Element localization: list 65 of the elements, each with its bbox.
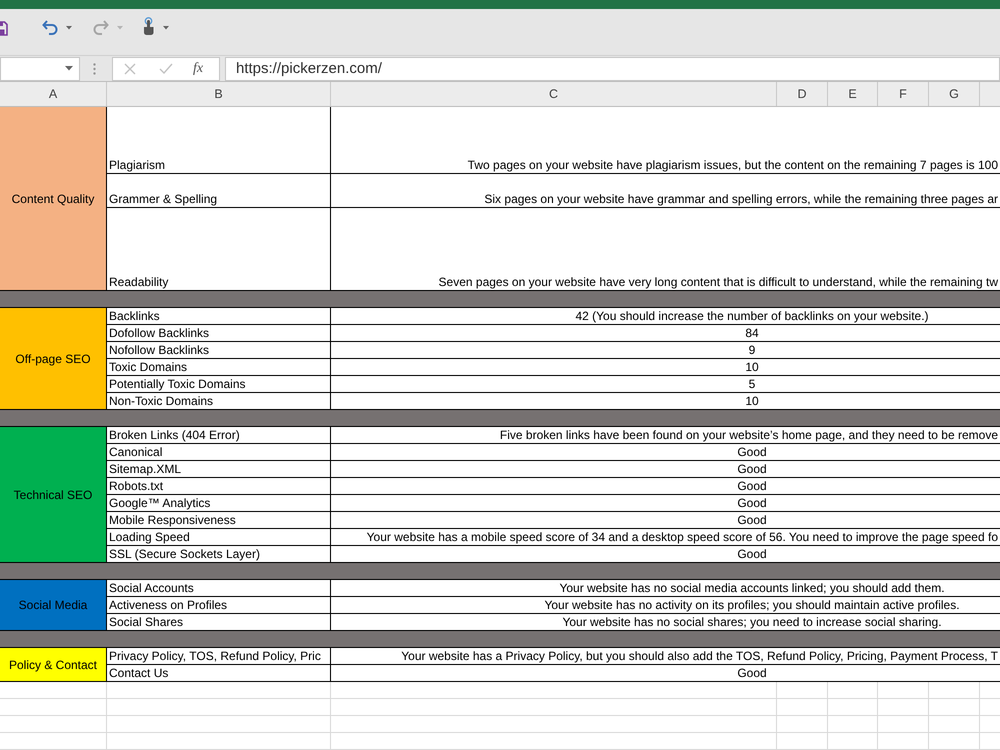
hand-pointer-icon[interactable] — [142, 17, 155, 35]
result-text: 10 — [745, 394, 759, 409]
grip-dots-icon[interactable] — [93, 62, 96, 74]
metric-name: Plagiarism — [109, 158, 166, 173]
metric-name: Activeness on Profiles — [109, 598, 228, 613]
result-text: 42 (You should increase the number of backlinks on your website.) — [575, 309, 929, 324]
result-text: Five broken links have been found on your website’s home page, and they need to be remove — [500, 428, 998, 443]
formula-input[interactable]: https://pickerzen.com/ — [225, 56, 1000, 80]
result-text: Good — [737, 445, 767, 460]
insert-function-button[interactable]: fx — [193, 60, 204, 76]
result-text: Your website has no social shares; you need to increase social sharing. — [562, 615, 942, 630]
metric-name: Social Shares — [109, 615, 184, 630]
metric-name: Loading Speed — [109, 530, 190, 545]
result-text: 84 — [745, 326, 759, 341]
category-cell: Content Quality — [0, 107, 107, 291]
result-text: Good — [737, 496, 767, 511]
result-text: Seven pages on your website have very long content that is difficult to understand, while the remaining tw — [438, 275, 998, 290]
metric-name: Social Accounts — [109, 581, 194, 596]
result-text: Good — [737, 479, 767, 494]
metric-name: SSL (Secure Sockets Layer) — [109, 547, 260, 562]
metric-name: Non-Toxic Domains — [109, 394, 214, 409]
dropdown-caret-icon[interactable] — [163, 26, 169, 30]
metric-name: Nofollow Backlinks — [109, 343, 210, 358]
metric-name: Sitemap.XML — [109, 462, 182, 477]
metric-name: Contact Us — [109, 666, 168, 681]
metric-name: Potentially Toxic Domains — [109, 377, 246, 392]
category-cell: Policy & Contact — [0, 648, 107, 682]
column-header[interactable]: C — [331, 82, 777, 106]
category-cell: Technical SEO — [0, 427, 107, 563]
category-cell: Off-page SEO — [0, 308, 107, 410]
result-text: Good — [737, 462, 767, 477]
column-header[interactable]: B — [107, 82, 331, 106]
result-text: Good — [737, 666, 767, 681]
result-text: 5 — [748, 377, 756, 392]
result-text: Six pages on your website have grammar and spelling errors, while the remaining three pages ar — [484, 192, 998, 207]
metric-name: Backlinks — [109, 309, 160, 324]
result-text: Good — [737, 513, 767, 528]
metric-name: Canonical — [109, 445, 162, 460]
result-text: Good — [737, 547, 767, 562]
metric-name: Privacy Policy, TOS, Refund Policy, Pric — [109, 649, 321, 664]
metric-name: Google™ Analytics — [109, 496, 210, 511]
column-header[interactable]: D — [777, 82, 828, 106]
column-header[interactable]: G — [929, 82, 980, 106]
undo-icon[interactable] — [42, 20, 58, 35]
result-text: Your website has a Privacy Policy, but you should also add the TOS, Refund Policy, Pricing, Payment Process, T — [401, 649, 998, 664]
column-header[interactable]: F — [878, 82, 929, 106]
result-text: Your website has a mobile speed score of 34 and a desktop speed score of 56. You need to improve the page speed fo — [366, 530, 998, 545]
metric-name: Mobile Responsiveness — [109, 513, 236, 528]
result-text: Your website has no social media accounts linked; you should add them. — [559, 581, 945, 596]
column-header[interactable]: A — [0, 82, 107, 106]
result-text: 10 — [745, 360, 759, 375]
metric-name: Robots.txt — [109, 479, 164, 494]
metric-name: Broken Links (404 Error) — [109, 428, 240, 443]
category-cell: Social Media — [0, 580, 107, 631]
metric-name: Grammer & Spelling — [109, 192, 218, 207]
result-text: Your website has no activity on its profiles; you should maintain active profiles. — [544, 598, 960, 613]
dropdown-caret-icon[interactable] — [66, 26, 72, 30]
dropdown-caret-icon[interactable] — [65, 66, 73, 71]
metric-name: Dofollow Backlinks — [109, 326, 210, 341]
column-header[interactable]: E — [828, 82, 878, 106]
result-text: 9 — [748, 343, 756, 358]
metric-name: Toxic Domains — [109, 360, 188, 375]
result-text: Two pages on your website have plagiarism issues, but the content on the remaining 7 pages is 100 — [468, 158, 998, 173]
save-icon[interactable] — [0, 21, 8, 36]
metric-name: Readability — [109, 275, 168, 290]
